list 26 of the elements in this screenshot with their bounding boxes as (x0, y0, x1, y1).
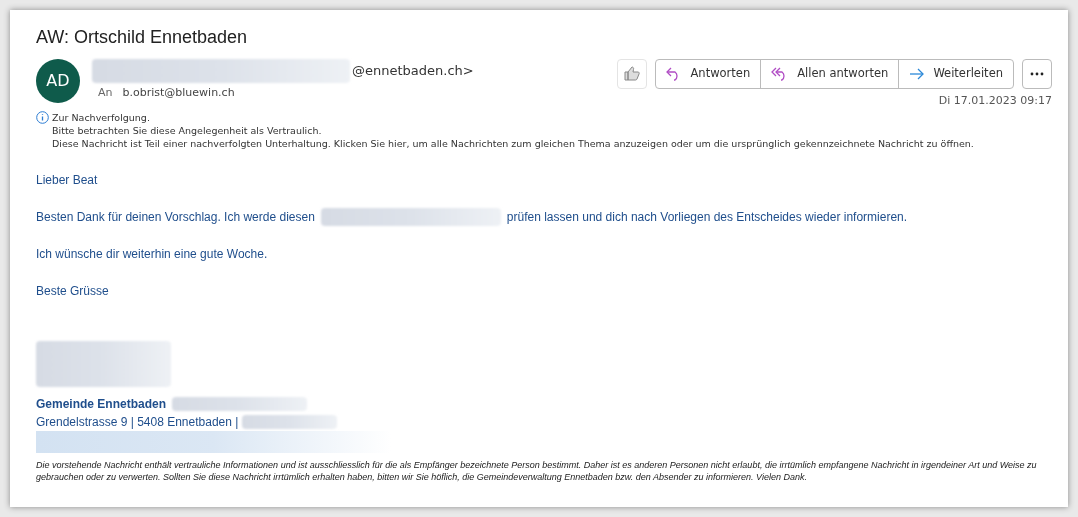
more-icon (1030, 71, 1044, 76)
recipient[interactable]: b.obrist@bluewin.ch (122, 84, 235, 101)
message-action[interactable]: Weiterleiten (898, 59, 1013, 88)
subject: AW: Ortschild Ennetbaden (36, 26, 249, 49)
to-label: An (98, 84, 113, 101)
body-text: Lieber Beat (36, 172, 98, 189)
body-text: Beste Grüsse (36, 283, 109, 300)
message-action[interactable]: Antworten (656, 59, 761, 88)
disclaimer: Die vorstehende Nachricht enthält vertrauliche Informationen und ist ausschliesslich für die als Empfänger bezeichnete Person bestimmt. Daher ist es anderen Personen nicht erlaubt, die irrtümlich empfangene Nachricht in irgendeiner Art und Weise zu gebrauchen oder zu verwerten. Sollten Sie diese Nachricht irrtümlich erhalten haben, bitten wir Sie höflich, die Gemeindeverwaltung Ennetbaden bzw. den Absender zu informieren. Vielen Dank. (36, 459, 1038, 483)
info-line: Zur Nachverfolgung. (52, 111, 151, 124)
date: Di 17.01.2023 09:17 (938, 92, 1052, 109)
more-button[interactable] (1022, 58, 1052, 89)
info-line[interactable]: Diese Nachricht ist Teil einer nachverfolgten Unterhaltung. Klicken Sie hier, um alle Nachrichten zum gleichen Thema anzuzeigen oder um die ursprünglich gekennzeichnete Nachricht zu öffnen. (52, 137, 974, 150)
signature-organisation: Gemeinde Ennetbaden (36, 396, 167, 413)
body-text: Besten Dank für deinen Vorschlag. Ich werde diesen (36, 209, 315, 226)
info-icon (36, 111, 49, 124)
sender-address: @ennetbaden.ch> (352, 61, 474, 80)
like-button[interactable] (617, 58, 648, 89)
signature-address: Grendelstrasse 9 | 5408 Ennetbaden | (36, 414, 239, 431)
body-text: Ich wünsche dir weiterhin eine gute Woche. (36, 246, 268, 263)
info-line: Bitte betrachten Sie diese Angelegenheit als Vertraulich. (52, 124, 323, 137)
body-text: prüfen lassen und dich nach Vorliegen des Entscheides wieder informieren. (506, 209, 908, 226)
sender-avatar: AD (36, 58, 80, 103)
thumbs-up-icon (624, 66, 641, 81)
message-action[interactable]: Allen antworten (760, 59, 899, 88)
forward-icon (909, 67, 926, 80)
